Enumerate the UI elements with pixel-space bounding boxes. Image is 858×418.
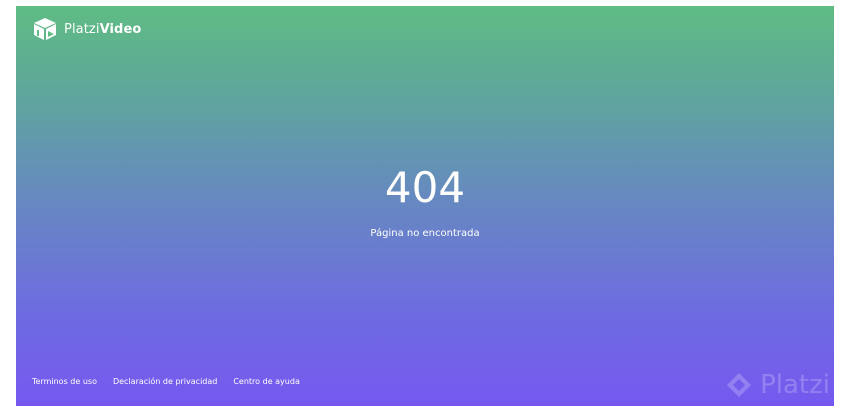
footer-links: Terminos de uso Declaración de privacida… <box>32 377 300 386</box>
brand-name[interactable]: PlatziVideo <box>64 22 141 37</box>
brand-part-video: Video <box>99 21 142 37</box>
platzi-watermark: Platzi <box>724 370 830 400</box>
page-frame: PlatziVideo 404 Página no encontrada Ter… <box>16 6 834 406</box>
site-header: PlatziVideo <box>32 16 141 42</box>
brand-part-platzi: Platzi <box>64 21 100 37</box>
error-panel: 404 Página no encontrada <box>16 163 834 240</box>
footer-link-privacy[interactable]: Declaración de privacidad <box>113 377 217 386</box>
error-message: Página no encontrada <box>370 228 480 239</box>
error-code: 404 <box>384 163 466 212</box>
watermark-text: Platzi <box>760 370 830 400</box>
footer-link-help[interactable]: Centro de ayuda <box>233 377 300 386</box>
footer-link-terms[interactable]: Terminos de uso <box>32 377 97 386</box>
platzi-diamond-icon <box>727 373 752 397</box>
cube-play-icon[interactable] <box>32 16 58 42</box>
